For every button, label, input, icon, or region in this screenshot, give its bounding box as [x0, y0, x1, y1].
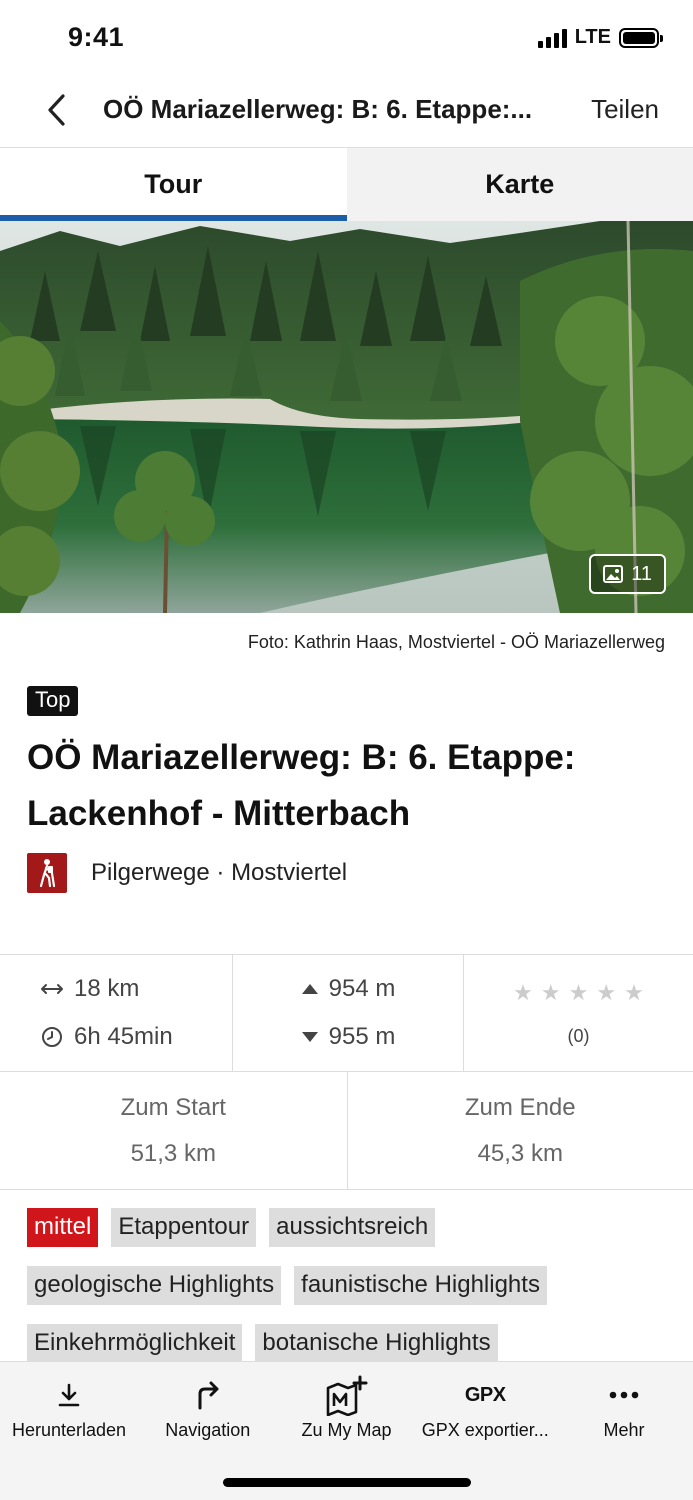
home-indicator[interactable]	[223, 1478, 471, 1487]
tour-title: OÖ Mariazellerweg: B: 6. Etappe: Lackenh…	[27, 738, 576, 833]
tab-karte[interactable]: Karte	[347, 148, 693, 221]
rating[interactable]: ★ ★ ★ ★ ★ (0)	[463, 955, 693, 1071]
elevation: 954 m 955 m	[232, 955, 463, 1071]
tag: faunistische Highlights	[294, 1266, 547, 1305]
back-button[interactable]	[36, 90, 76, 130]
to-start-value: 51,3 km	[130, 1139, 216, 1167]
gpx-export-label: GPX exportier...	[421, 1420, 549, 1440]
add-to-my-map-button[interactable]: Zu My Map	[278, 1362, 416, 1442]
difficulty-tag: mittel	[27, 1208, 99, 1247]
more-button[interactable]: Mehr	[555, 1362, 693, 1442]
tag: aussichtsreich	[269, 1208, 436, 1247]
lake-photo	[0, 221, 693, 613]
clock-icon	[42, 1027, 62, 1047]
gpx-icon: GPX	[464, 1383, 506, 1406]
top-badge: Top	[27, 686, 79, 716]
tag: Einkehrmöglichkeit	[27, 1324, 243, 1363]
to-end[interactable]: Zum Ende 45,3 km	[346, 1072, 693, 1189]
rating-count: (0)	[567, 1025, 590, 1046]
navigation-bar: OÖ Mariazellerweg: B: 6. Etappe:... Teil…	[0, 76, 693, 148]
download-button[interactable]: Herunterladen	[0, 1362, 138, 1442]
to-end-value: 45,3 km	[477, 1139, 563, 1167]
star-icon: ★	[624, 979, 644, 1005]
add-to-my-map-label: Zu My Map	[301, 1420, 392, 1440]
gpx-export-button[interactable]: GPX GPX exportier...	[416, 1362, 554, 1442]
battery-icon	[619, 27, 663, 48]
status-time: 9:41	[68, 22, 125, 52]
image-icon	[603, 565, 624, 583]
distance-duration: 18 km 6h 45min	[0, 955, 232, 1071]
tag: Etappentour	[111, 1208, 257, 1247]
signal-icon	[537, 28, 567, 48]
chevron-left-icon	[48, 94, 65, 126]
bottom-action-bar: Herunterladen Navigation Zu My Map GPX G…	[0, 1361, 693, 1500]
distance-to-points: Zum Start 51,3 km Zum Ende 45,3 km	[0, 1072, 693, 1190]
more-icon	[609, 1378, 639, 1412]
status-bar: 9:41 LTE	[0, 0, 693, 76]
tab-bar: Tour Karte	[0, 148, 693, 221]
hiker-icon	[27, 853, 67, 893]
turn-right-icon	[194, 1378, 222, 1412]
status-indicators: LTE	[537, 26, 663, 49]
tag: botanische Highlights	[255, 1324, 498, 1363]
tour-tags: mittel Etappentour aussichtsreich geolog…	[27, 1208, 667, 1363]
more-label: Mehr	[603, 1420, 645, 1440]
photo-caption: Foto: Kathrin Haas, Mostviertel - OÖ Mar…	[247, 632, 665, 652]
distance-icon	[41, 984, 63, 994]
ascent-value: 954 m	[328, 975, 396, 1002]
photo-count: 11	[631, 562, 652, 585]
duration-value: 6h 45min	[74, 1023, 173, 1050]
hero-image[interactable]: 11	[0, 221, 693, 613]
download-icon	[55, 1378, 83, 1412]
to-start-label: Zum Start	[120, 1093, 226, 1121]
descent-icon	[301, 1032, 318, 1042]
navigation-button[interactable]: Navigation	[139, 1362, 277, 1442]
add-to-map-icon	[324, 1375, 370, 1416]
distance-value: 18 km	[74, 975, 140, 1002]
tag: geologische Highlights	[27, 1266, 282, 1305]
photo-gallery-button[interactable]: 11	[589, 554, 666, 594]
ascent-icon	[301, 984, 318, 994]
to-end-label: Zum Ende	[464, 1093, 576, 1121]
tour-stats: 18 km 6h 45min 954 m 955 m ★ ★ ★ ★ ★ (0)	[0, 954, 693, 1072]
star-icon: ★	[540, 979, 561, 1005]
star-icon: ★	[568, 979, 589, 1005]
descent-value: 955 m	[328, 1023, 396, 1050]
share-button[interactable]: Teilen	[591, 94, 659, 125]
tour-category: Pilgerwege · Mostviertel	[27, 853, 347, 893]
to-start[interactable]: Zum Start 51,3 km	[0, 1072, 347, 1189]
star-icon: ★	[513, 979, 533, 1005]
page-title: OÖ Mariazellerweg: B: 6. Etappe:...	[103, 94, 533, 124]
star-icon: ★	[596, 979, 617, 1005]
category-label: Pilgerwege · Mostviertel	[91, 859, 348, 886]
rating-stars[interactable]: ★ ★ ★ ★ ★	[513, 980, 644, 1006]
download-label: Herunterladen	[11, 1420, 127, 1440]
tab-tour[interactable]: Tour	[0, 148, 347, 221]
network-type: LTE	[574, 26, 611, 48]
navigation-label: Navigation	[165, 1420, 251, 1440]
